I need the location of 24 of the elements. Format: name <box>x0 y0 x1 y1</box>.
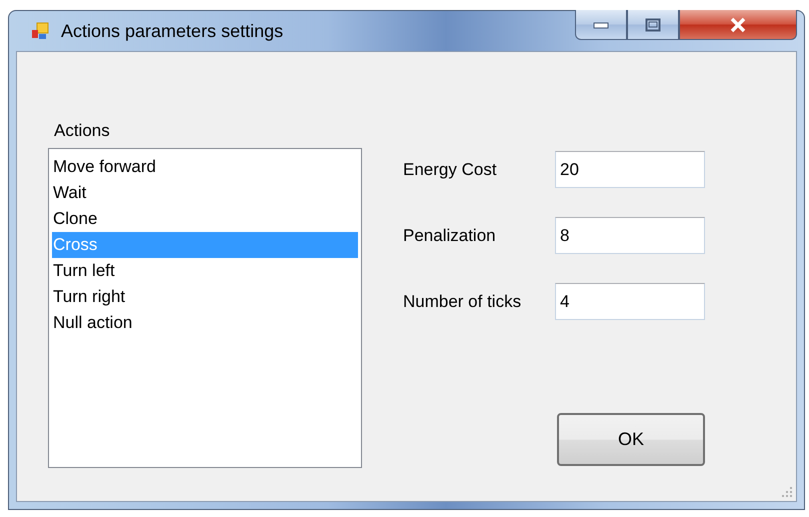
list-item[interactable]: Null action <box>52 310 358 336</box>
input-field[interactable]: 20 <box>555 151 705 188</box>
actions-list[interactable]: Move forward Wait Clone Cross Turn left Turn right Null action <box>48 148 362 468</box>
window-title: Actions parameters settings <box>61 20 284 42</box>
maximize-icon <box>645 18 661 32</box>
ok-button[interactable]: OK <box>557 413 705 466</box>
field-label: Energy Cost <box>403 160 498 180</box>
list-item[interactable]: Turn right <box>52 284 358 310</box>
input-field[interactable]: 8 <box>555 217 705 254</box>
list-item[interactable]: Turn left <box>52 258 358 284</box>
list-item[interactable]: Move forward <box>52 154 358 180</box>
input-field[interactable]: 4 <box>555 283 705 320</box>
minimize-button[interactable] <box>575 10 627 40</box>
field-label: Penalization <box>403 226 497 246</box>
field-label: Number of ticks <box>403 292 522 312</box>
list-item[interactable]: Clone <box>52 206 358 232</box>
resize-grip-icon[interactable] <box>781 486 793 498</box>
close-icon <box>729 16 747 32</box>
minimize-icon <box>593 20 609 28</box>
list-item[interactable]: Wait <box>52 180 358 206</box>
list-label: Actions <box>54 121 111 141</box>
maximize-button[interactable] <box>627 10 679 40</box>
close-button[interactable] <box>679 10 797 40</box>
app-icon <box>31 22 49 40</box>
